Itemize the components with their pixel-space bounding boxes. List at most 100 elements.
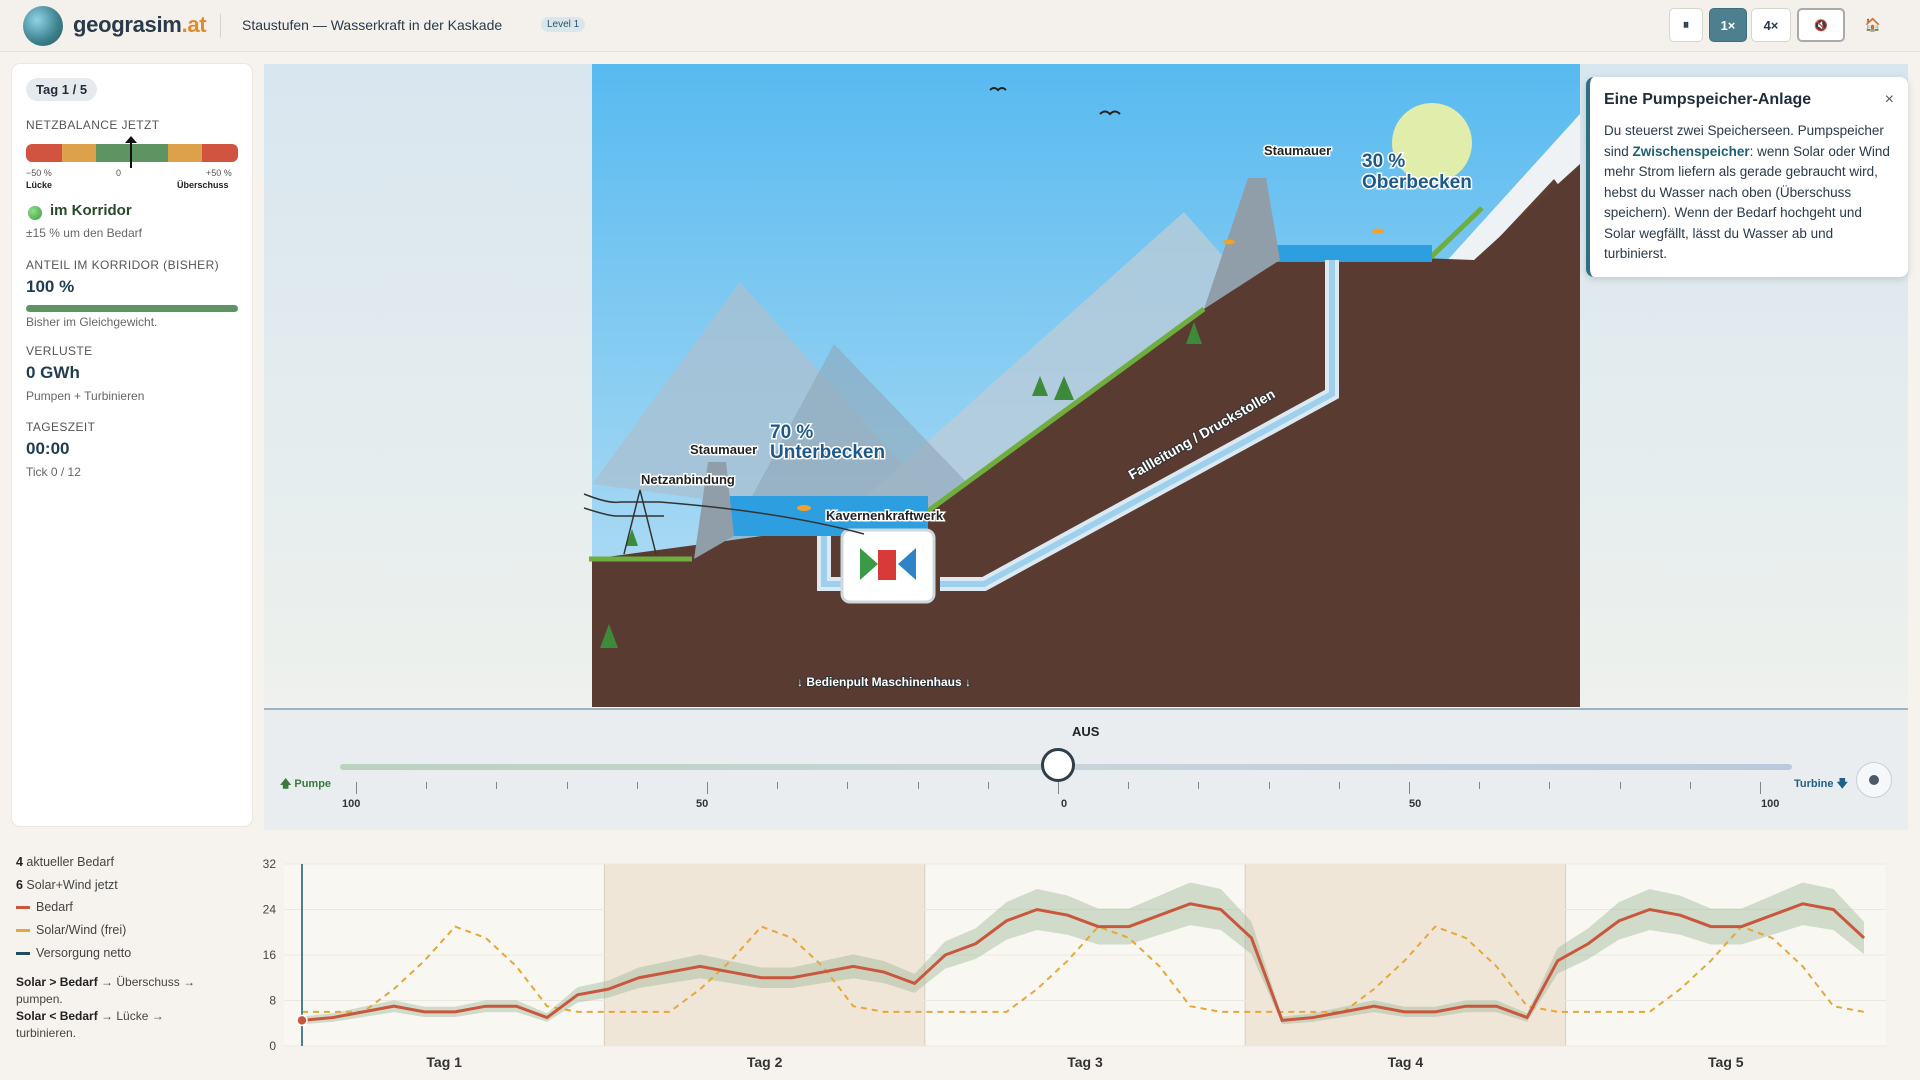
surplus-label: Überschuss bbox=[177, 180, 229, 190]
legend-demand-now: 4 aktueller Bedarf bbox=[16, 855, 114, 869]
status-dot-icon bbox=[28, 206, 42, 220]
legend-solar: Solar/Wind (frei) bbox=[16, 923, 126, 937]
app-header: geograsim.at Staustufen — Wasserkraft in… bbox=[0, 0, 1920, 52]
pause-button[interactable]: ⏸ bbox=[1669, 8, 1703, 42]
slider-thumb[interactable] bbox=[1041, 748, 1075, 782]
loss-sub: Pumpen + Turbinieren bbox=[26, 389, 145, 403]
pump-label: 🡅 Pumpe bbox=[280, 778, 332, 790]
scale-right: +50 % bbox=[206, 168, 232, 178]
upper-name: Oberbecken bbox=[1362, 172, 1472, 193]
speed-4x-button[interactable]: 4× bbox=[1751, 8, 1791, 42]
fish-icon bbox=[1372, 228, 1384, 234]
y-tick-label: 0 bbox=[269, 1039, 276, 1053]
share-label: ANTEIL IM KORRIDOR (BISHER) bbox=[26, 258, 220, 272]
tick-label: 100 bbox=[342, 798, 361, 810]
slider-tick bbox=[636, 782, 638, 789]
balance-label: NETZBALANCE JETZT bbox=[26, 118, 160, 132]
upper-dam-label: Staumauer bbox=[1264, 143, 1331, 158]
x-tick-label: Tag 4 bbox=[1388, 1054, 1424, 1070]
gap-label: Lücke bbox=[26, 180, 53, 190]
slider-tick bbox=[1058, 782, 1059, 794]
control-console: AUS 🡅 Pumpe Turbine 🡇 100 50 0 50 100 bbox=[264, 708, 1908, 830]
slider-tick bbox=[707, 782, 708, 794]
upper-reservoir bbox=[1262, 245, 1432, 262]
y-tick-label: 32 bbox=[263, 857, 277, 871]
x-tick-label: Tag 5 bbox=[1708, 1054, 1744, 1070]
day-chip: Tag 1 / 5 bbox=[26, 78, 98, 101]
energy-chart: 0 8 16 24 32 Tag 1 Tag 2 Tag 3 Tag 4 Tag 5 bbox=[263, 857, 1886, 1070]
time-label: TAGESZEIT bbox=[26, 420, 96, 434]
balance-meter bbox=[26, 144, 238, 162]
info-title: Eine Pumpspeicher-Anlage bbox=[1604, 91, 1812, 108]
slider-tick bbox=[917, 782, 919, 789]
upper-pct: 30 % bbox=[1362, 151, 1405, 172]
status-sub: ±15 % um den Bedarf bbox=[26, 226, 142, 240]
slider-tick bbox=[987, 782, 989, 789]
slider-tick bbox=[1479, 782, 1481, 789]
record-button[interactable] bbox=[1856, 762, 1892, 798]
legend-demand: Bedarf bbox=[16, 900, 73, 914]
page-title: Staustufen — Wasserkraft in der Kaskade bbox=[242, 17, 503, 33]
close-icon[interactable]: × bbox=[1885, 91, 1894, 109]
mute-button[interactable]: 🔇 bbox=[1797, 8, 1845, 42]
share-value: 100 % bbox=[26, 277, 75, 296]
share-sub: Bisher im Gleichgewicht. bbox=[26, 315, 158, 329]
status-panel: Tag 1 / 5 NETZBALANCE JETZT −50 % 0 +50 … bbox=[12, 64, 252, 826]
tick-label: 0 bbox=[1061, 798, 1068, 810]
slider-tick bbox=[1198, 782, 1200, 789]
fish-icon bbox=[797, 505, 811, 511]
x-tick-label: Tag 3 bbox=[1067, 1054, 1103, 1070]
info-card: Eine Pumpspeicher-Anlage × Du steuerst z… bbox=[1586, 77, 1908, 277]
logo-globe-icon[interactable] bbox=[23, 6, 63, 46]
slider-tick bbox=[1689, 782, 1691, 789]
lower-pct: 70 % bbox=[770, 422, 813, 443]
slider-tick bbox=[1268, 782, 1270, 789]
fish-icon bbox=[1223, 239, 1235, 245]
tick-label: 50 bbox=[1409, 798, 1422, 810]
slider-tick bbox=[566, 782, 568, 789]
slider-tick bbox=[1760, 782, 1761, 794]
slider-tick bbox=[1619, 782, 1621, 789]
home-button[interactable]: 🏠 bbox=[1851, 8, 1895, 42]
grid-label: Netzanbindung bbox=[641, 472, 735, 487]
scale-left: −50 % bbox=[26, 168, 52, 178]
lower-dam-label: Staumauer bbox=[690, 442, 757, 457]
time-value: 00:00 bbox=[26, 439, 70, 458]
slider-state: AUS bbox=[1072, 724, 1100, 739]
slider-tick bbox=[356, 782, 357, 794]
slider-tick bbox=[1409, 782, 1410, 794]
generator-icon bbox=[878, 550, 896, 580]
console-hint[interactable]: ↓ Bedienpult Maschinenhaus ↓ bbox=[796, 674, 972, 690]
y-tick-label: 16 bbox=[263, 948, 277, 962]
lower-name: Unterbecken bbox=[770, 442, 885, 463]
header-divider bbox=[220, 14, 221, 38]
level-badge: Level 1 bbox=[541, 17, 586, 32]
x-tick-label: Tag 1 bbox=[426, 1054, 462, 1070]
slider-tick bbox=[496, 782, 498, 789]
balance-marker-arrow-icon bbox=[125, 136, 137, 143]
brand[interactable]: geograsim.at bbox=[73, 12, 207, 38]
slider-tick bbox=[1338, 782, 1340, 789]
status-text: im Korridor bbox=[50, 202, 132, 219]
y-tick-label: 8 bbox=[269, 994, 276, 1008]
legend-net: Versorgung netto bbox=[16, 946, 131, 960]
slider-tick bbox=[1549, 782, 1551, 789]
loss-label: VERLUSTE bbox=[26, 344, 93, 358]
y-tick-label: 24 bbox=[263, 903, 277, 917]
share-bar bbox=[26, 305, 238, 312]
slider-tick bbox=[777, 782, 779, 789]
slider-tick bbox=[426, 782, 428, 789]
share-bar-fill bbox=[26, 305, 238, 312]
tick-label: 50 bbox=[696, 798, 709, 810]
legend-solar-now: 6 Solar+Wind jetzt bbox=[16, 878, 118, 892]
legend-hint-surplus: Solar > Bedarf → Überschuss → pumpen. bbox=[16, 975, 196, 1006]
slider-tick bbox=[847, 782, 849, 789]
current-point bbox=[296, 1014, 308, 1027]
speed-1x-button[interactable]: 1× bbox=[1709, 8, 1747, 42]
plant-label: Kavernenkraftwerk bbox=[826, 508, 944, 523]
loss-value: 0 GWh bbox=[26, 363, 80, 382]
tick-label: 100 bbox=[1761, 798, 1780, 810]
record-dot-icon bbox=[1869, 775, 1879, 785]
scale-mid: 0 bbox=[116, 168, 122, 178]
time-sub: Tick 0 / 12 bbox=[26, 465, 81, 479]
